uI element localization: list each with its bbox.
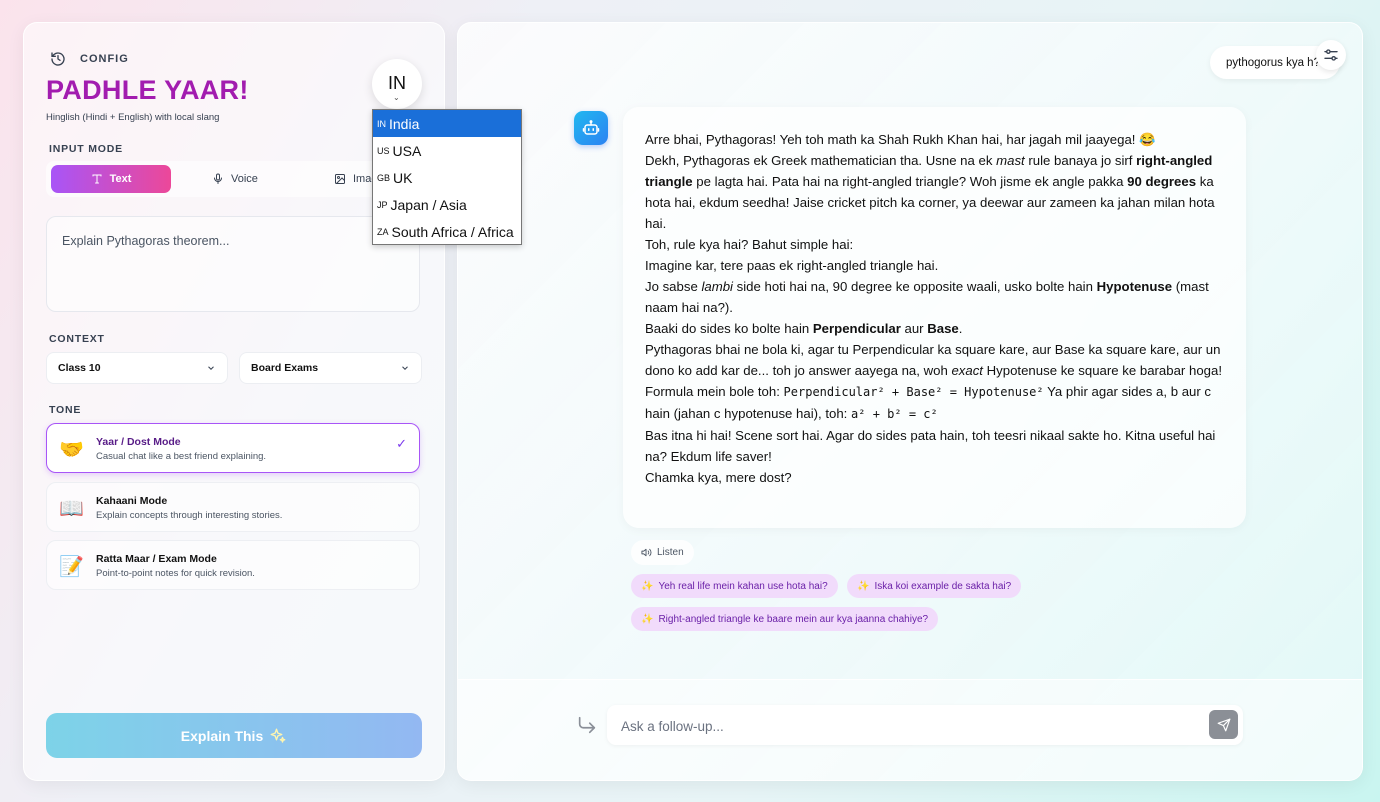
suggestion-chip[interactable]: ✨ Yeh real life mein kahan use hota hai? <box>631 574 838 598</box>
language-button[interactable]: IN ⌄ <box>372 59 422 109</box>
text-icon <box>92 174 102 184</box>
robot-icon <box>582 120 600 135</box>
reply-arrow-icon <box>578 716 596 734</box>
handshake-icon: 🤝 <box>59 439 84 461</box>
input-mode-label: INPUT MODE <box>49 143 123 155</box>
input-mode-tabs: Text Voice Image <box>46 161 422 197</box>
country-code: GB <box>377 172 391 183</box>
language-option-label: South Africa / Africa <box>391 223 514 240</box>
explain-button[interactable]: Explain This <box>46 713 422 758</box>
bot-message: Arre bhai, Pythagoras! Yeh toh math ka S… <box>623 107 1246 528</box>
config-header: CONFIG <box>50 51 129 67</box>
sliders-icon <box>1324 49 1338 61</box>
language-option-label: UK <box>393 169 413 186</box>
explain-button-label: Explain This <box>180 727 264 744</box>
country-code: IN <box>377 118 386 129</box>
speaker-icon <box>641 548 652 557</box>
country-code: ZA <box>377 226 389 237</box>
language-option-japan[interactable]: JP Japan / Asia <box>373 191 521 218</box>
settings-button[interactable] <box>1316 40 1346 70</box>
mic-icon <box>214 173 222 184</box>
tone-title: Kahaani Mode <box>96 495 168 507</box>
language-option-south-africa[interactable]: ZA South Africa / Africa <box>373 218 521 244</box>
sparkles-icon: ✨ <box>641 613 654 625</box>
memo-icon: 📝 <box>59 556 84 578</box>
suggestion-label: Iska koi example de sakta hai? <box>874 580 1012 592</box>
suggestion-label: Yeh real life mein kahan use hota hai? <box>658 580 828 592</box>
suggestion-label: Right-angled triangle ke baare mein aur … <box>658 613 929 625</box>
bot-avatar <box>574 111 608 145</box>
chevron-down-icon <box>402 366 408 370</box>
tone-description: Casual chat like a best friend explainin… <box>96 451 267 462</box>
followup-input-wrapper <box>607 705 1243 745</box>
suggestion-chip[interactable]: ✨ Iska koi example de sakta hai? <box>847 574 1022 598</box>
language-option-label: USA <box>392 142 422 159</box>
listen-label: Listen <box>657 547 684 558</box>
exam-select[interactable]: Board Exams <box>239 352 422 384</box>
tone-label: TONE <box>49 404 82 416</box>
language-option-label: India <box>389 115 420 132</box>
config-label: CONFIG <box>80 53 129 65</box>
context-label: CONTEXT <box>49 333 105 345</box>
mode-tab-label: Text <box>109 173 132 185</box>
mode-tab-label: Voice <box>231 173 258 185</box>
class-select[interactable]: Class 10 <box>46 352 228 384</box>
check-icon: ✓ <box>396 436 407 451</box>
chevron-down-icon: ⌄ <box>393 93 400 102</box>
language-option-usa[interactable]: US USA <box>373 137 521 164</box>
language-option-label: Japan / Asia <box>390 196 467 213</box>
tone-title: Ratta Maar / Exam Mode <box>96 553 217 565</box>
language-dropdown: IN India US USA GB UK JP Japan / Asia ZA Sout… <box>372 109 522 245</box>
tone-card-ratta[interactable]: 📝 Ratta Maar / Exam Mode Point-to-point … <box>46 540 420 590</box>
language-option-india[interactable]: IN India <box>373 110 521 137</box>
country-code: JP <box>377 199 388 210</box>
tone-description: Point-to-point notes for quick revision. <box>96 568 255 579</box>
language-code: IN <box>388 73 406 93</box>
sparkles-icon <box>270 728 286 743</box>
mode-tab-text[interactable]: Text <box>51 165 171 193</box>
class-select-value: Class 10 <box>58 362 101 374</box>
image-icon <box>335 174 345 184</box>
tone-description: Explain concepts through interesting sto… <box>96 510 283 521</box>
sparkles-icon: ✨ <box>857 580 870 592</box>
chevron-down-icon <box>208 366 214 370</box>
history-icon[interactable] <box>50 51 66 67</box>
bot-message-text: Arre bhai, Pythagoras! Yeh toh math ka S… <box>645 132 1222 485</box>
tone-title: Yaar / Dost Mode <box>96 436 181 448</box>
country-code: US <box>377 145 390 156</box>
send-icon <box>1217 718 1230 731</box>
send-button[interactable] <box>1209 710 1238 739</box>
tone-card-yaar[interactable]: 🤝 Yaar / Dost Mode Casual chat like a be… <box>46 423 420 473</box>
followup-bar <box>458 679 1362 780</box>
app-subtitle: Hinglish (Hindi + English) with local sl… <box>46 112 220 123</box>
exam-select-value: Board Exams <box>251 362 319 374</box>
followup-input[interactable] <box>619 715 1183 737</box>
sparkles-icon: ✨ <box>641 580 654 592</box>
listen-button[interactable]: Listen <box>631 540 694 565</box>
suggestion-chip[interactable]: ✨ Right-angled triangle ke baare mein au… <box>631 607 939 631</box>
app-title: PADHLE YAAR! <box>46 75 249 105</box>
mode-tab-voice[interactable]: Voice <box>212 165 258 193</box>
book-icon: 📖 <box>59 498 84 520</box>
tone-card-kahaani[interactable]: 📖 Kahaani Mode Explain concepts through … <box>46 482 420 532</box>
question-input[interactable]: Explain Pythagoras theorem... <box>46 216 420 312</box>
chat-panel: pythogorus kya h? Arre bhai, Pythagoras!… <box>457 22 1363 781</box>
language-option-uk[interactable]: GB UK <box>373 164 521 191</box>
